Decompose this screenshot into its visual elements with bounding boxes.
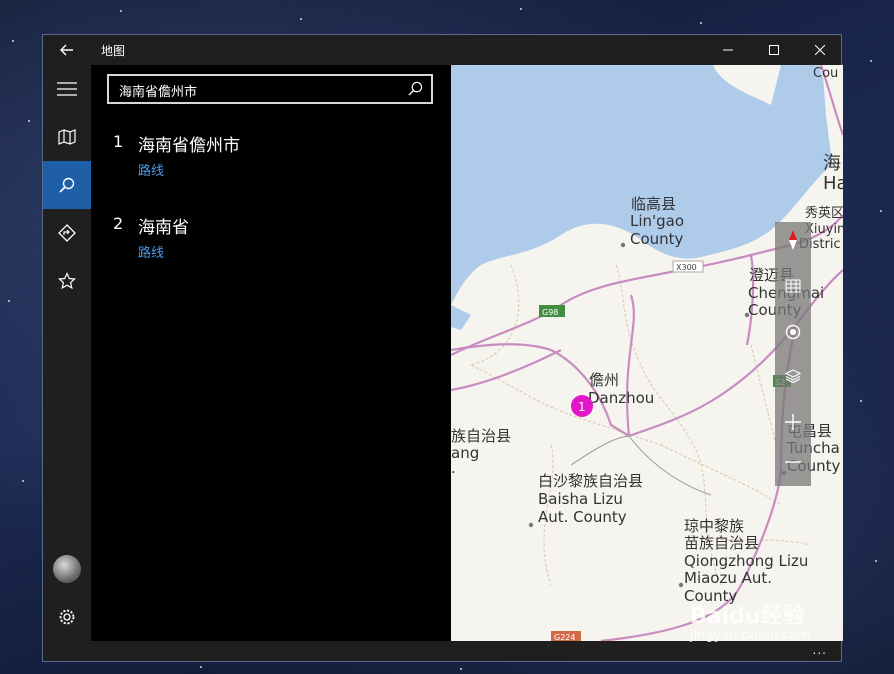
maximize-button[interactable]: [751, 35, 797, 65]
compass-icon: [789, 230, 797, 250]
road-label-x300: X300: [676, 263, 697, 272]
nav-item-favorites[interactable]: [43, 257, 91, 305]
result-name[interactable]: 海南省儋州市: [138, 131, 240, 156]
close-button[interactable]: [797, 35, 843, 65]
map-label-qiongzhong-cn1: 琼中黎族: [684, 517, 744, 535]
map-label-lingao-cn: 临高县: [631, 195, 676, 213]
back-button[interactable]: [55, 40, 79, 60]
road-label-g98: G98: [542, 308, 558, 317]
settings-button[interactable]: [43, 593, 91, 641]
result-number: 1: [113, 132, 124, 151]
directions-link[interactable]: 路线: [138, 160, 164, 179]
search-box: [107, 74, 433, 104]
map-label-danzhou-en: Danzhou: [588, 389, 654, 407]
maximize-icon: [769, 45, 779, 55]
zoom-out-button[interactable]: [775, 444, 811, 480]
map-icon: [58, 129, 76, 145]
search-icon[interactable]: [408, 81, 423, 96]
tilt-button[interactable]: [775, 268, 811, 304]
plus-icon: [785, 414, 801, 430]
search-icon: [59, 177, 75, 193]
minimize-icon: [723, 49, 733, 51]
watermark: Baidu经验 jingyan.baidu.com: [690, 598, 810, 643]
result-number: 2: [113, 214, 124, 233]
gear-icon: [59, 609, 75, 625]
map-label-xiuying-cn: 秀英区: [805, 206, 843, 221]
watermark-url: jingyan.baidu.com: [690, 628, 810, 643]
bottom-app-bar: ...: [43, 641, 841, 661]
result-name[interactable]: 海南省: [138, 213, 189, 238]
map-view[interactable]: X300 G98 G224 S2 临高县 Lin'gao County 儋州: [451, 65, 843, 641]
map-label-haikou-en: Ha: [823, 173, 843, 194]
compass-button[interactable]: [775, 222, 811, 258]
back-arrow-icon: [60, 44, 73, 56]
map-label-baisha-cn: 白沙黎族自治县: [538, 472, 643, 490]
more-options-button[interactable]: ...: [813, 643, 827, 657]
map-label-left-dot: .: [451, 459, 456, 477]
minus-icon: [785, 461, 801, 463]
nav-item-map[interactable]: [43, 113, 91, 161]
nav-item-search[interactable]: [43, 161, 91, 209]
map-label-qiongzhong-en2: Miaozu Aut.: [684, 569, 772, 587]
map-label-cou: Cou: [813, 66, 838, 81]
close-icon: [815, 45, 825, 55]
directions-icon: [58, 224, 76, 242]
minimize-button[interactable]: [705, 35, 751, 65]
hamburger-menu-button[interactable]: [43, 65, 91, 113]
search-input[interactable]: [117, 79, 401, 101]
zoom-in-button[interactable]: [775, 404, 811, 440]
map-label-haikou-cn: 海: [823, 153, 841, 174]
window-title: 地图: [101, 44, 126, 58]
layers-button[interactable]: [775, 358, 811, 394]
user-avatar[interactable]: [53, 555, 81, 583]
map-label-baisha-en1: Baisha Lizu: [538, 490, 623, 508]
map-label-qiongzhong-en1: Qiongzhong Lizu: [684, 552, 808, 570]
nav-rail: [43, 65, 91, 641]
map-toolbar: [775, 222, 811, 486]
building-icon: [785, 279, 801, 293]
nav-item-directions[interactable]: [43, 209, 91, 257]
search-panel: 1 海南省儋州市 路线 2 海南省 路线: [91, 65, 451, 641]
maps-window: 地图 海南省儋州市 1 海南省儋州市 路线 2 海南省 路线 X300 G98 …: [42, 34, 843, 662]
map-label-left-cn: 族自治县: [451, 427, 511, 445]
hamburger-icon: [57, 82, 77, 96]
star-icon: [58, 272, 76, 290]
map-label-lingao-en2: County: [630, 230, 684, 248]
my-location-button[interactable]: [775, 314, 811, 350]
watermark-brand: Baidu经验: [690, 604, 805, 629]
location-pin-label: 1: [578, 400, 586, 414]
layers-icon: [785, 369, 801, 383]
map-label-danzhou-cn: 儋州: [589, 371, 619, 389]
directions-link[interactable]: 路线: [138, 242, 164, 261]
road-label-g224: G224: [554, 633, 575, 641]
title-bar: 地图: [43, 35, 841, 65]
map-label-baisha-en2: Aut. County: [538, 508, 627, 526]
location-target-icon: [785, 324, 801, 340]
map-label-lingao-en1: Lin'gao: [630, 212, 684, 230]
map-label-qiongzhong-cn2: 苗族自治县: [684, 534, 759, 552]
